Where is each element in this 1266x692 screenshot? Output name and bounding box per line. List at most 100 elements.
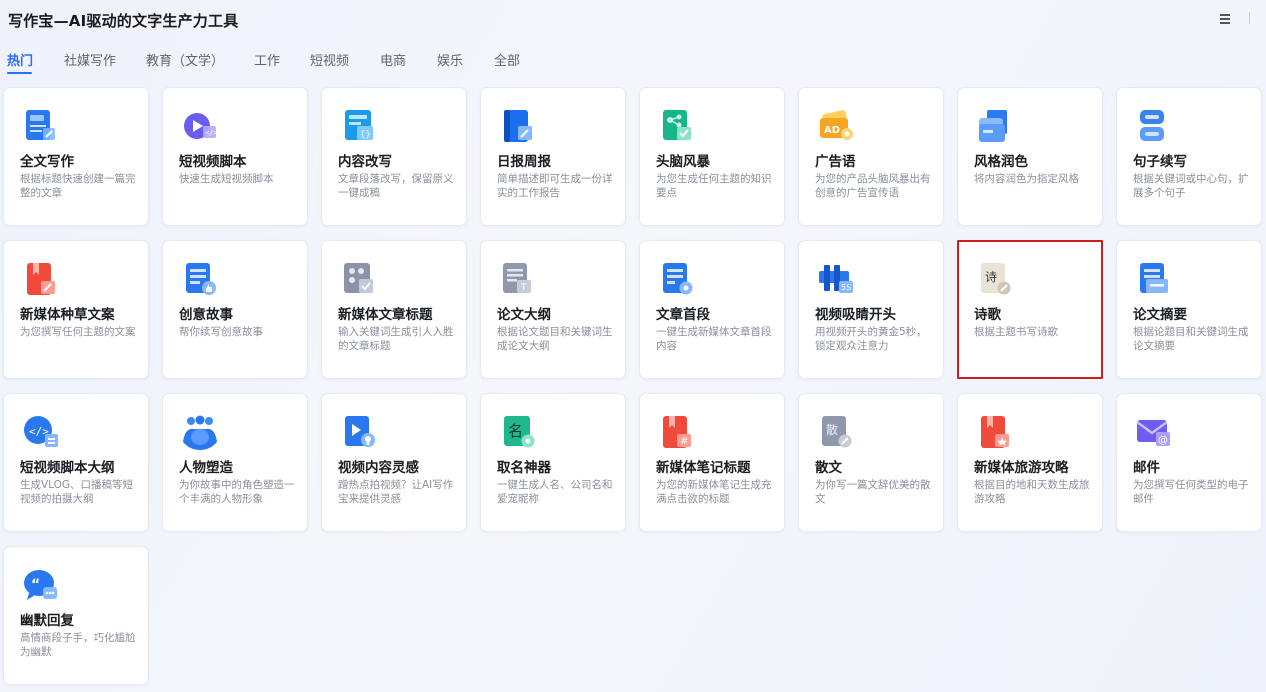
- card-title: 视频内容灵感: [338, 460, 419, 476]
- svg-text:{}: {}: [360, 130, 371, 140]
- card-title: 人物塑造: [179, 460, 233, 476]
- tab-short-video[interactable]: 短视频: [310, 50, 349, 69]
- poem-glyph: 诗: [985, 270, 997, 284]
- card-title: 全文写作: [20, 154, 74, 170]
- card-video-script-outline[interactable]: </> 短视频脚本大纲 生成VLOG、口播稿等短视频的拍摄大纲: [3, 393, 149, 532]
- tab-work[interactable]: 工作: [254, 50, 280, 69]
- prose-glyph: 散: [826, 422, 838, 437]
- paper-summary-icon: [1134, 259, 1174, 299]
- card-style-polish[interactable]: 风格润色 将内容润色为指定风格: [957, 87, 1103, 226]
- tab-ecommerce[interactable]: 电商: [380, 50, 406, 69]
- card-title: 新媒体笔记标题: [656, 460, 751, 476]
- travel-book-icon: [975, 412, 1015, 452]
- card-title: 风格润色: [974, 154, 1028, 170]
- card-naming-tool[interactable]: 名 取名神器 一键生成人名、公司名和爱宠昵称: [480, 393, 626, 532]
- category-tabs: 热门 社媒写作 教育（文学） 工作 短视频 电商 娱乐 全部: [0, 48, 700, 76]
- card-description: 根据标题快速创建一篇完整的文章: [20, 173, 136, 199]
- card-creative-story[interactable]: 创意故事 帮你续写创意故事: [162, 240, 308, 379]
- card-video-inspiration[interactable]: 视频内容灵感 蹭热点拍视频？让AI写作宝来提供灵感: [321, 393, 467, 532]
- active-tab-indicator: [7, 72, 32, 74]
- video-5s-icon: 5S: [816, 259, 856, 299]
- card-seeding-copy[interactable]: 新媒体种草文案 为您撰写任何主题的文案: [3, 240, 149, 379]
- tab-all[interactable]: 全部: [494, 50, 520, 69]
- mindmap-check-icon: [657, 106, 697, 146]
- card-title: 创意故事: [179, 307, 233, 323]
- card-poetry[interactable]: 诗 诗歌 根据主题书写诗歌: [957, 240, 1103, 379]
- card-article-opening[interactable]: 文章首段 一键生成新媒体文章首段内容: [639, 240, 785, 379]
- tool-card-grid: 全文写作 根据标题快速创建一篇完整的文章 </> 短视频脚本 快速生成短视频脚本…: [3, 87, 1263, 687]
- card-description: 根据论题目和关键词生成论文摘要: [1133, 326, 1249, 352]
- card-description: 一键生成新媒体文章首段内容: [656, 326, 772, 352]
- card-description: 为您撰写任何主题的文案: [20, 326, 136, 338]
- svg-text:T: T: [520, 283, 527, 293]
- card-description: 一键生成人名、公司名和爱宠昵称: [497, 479, 613, 505]
- card-character-building[interactable]: 人物塑造 为你故事中的角色塑造一个丰满的人物形象: [162, 393, 308, 532]
- card-title: 新媒体种草文案: [20, 307, 115, 323]
- tab-hot[interactable]: 热门: [7, 50, 33, 69]
- card-title: 内容改写: [338, 154, 392, 170]
- card-content-rewrite[interactable]: {} 内容改写 文章段落改写，保留原义一键成稿: [321, 87, 467, 226]
- svg-text:AD: AD: [824, 125, 840, 136]
- card-full-writing[interactable]: 全文写作 根据标题快速创建一篇完整的文章: [3, 87, 149, 226]
- card-description: 高情商段子手，巧化尴尬为幽默: [20, 632, 136, 658]
- card-title: 新媒体旅游攻略: [974, 460, 1069, 476]
- card-description: 根据关键词或中心句，扩展多个句子: [1133, 173, 1249, 199]
- name-stamp-icon: 名: [498, 412, 538, 452]
- svg-text:“: “: [31, 577, 40, 593]
- card-title: 散文: [815, 460, 842, 476]
- card-description: 根据主题书写诗歌: [974, 326, 1058, 338]
- card-description: 将内容润色为指定风格: [974, 173, 1079, 185]
- card-email[interactable]: @ 邮件 为您撰写任何类型的电子邮件: [1116, 393, 1262, 532]
- card-note-title[interactable]: # 新媒体笔记标题 为您的新媒体笔记生成充满点击欲的标题: [639, 393, 785, 532]
- card-title: 邮件: [1133, 460, 1160, 476]
- card-brainstorm[interactable]: 头脑风暴 为您生成任何主题的知识要点: [639, 87, 785, 226]
- card-description: 文章段落改写，保留原义一键成稿: [338, 173, 454, 199]
- card-title: 论文摘要: [1133, 307, 1187, 323]
- card-title: 文章首段: [656, 307, 710, 323]
- card-daily-report[interactable]: 日报周报 简单描述即可生成一份详实的工作报告: [480, 87, 626, 226]
- card-thesis-outline[interactable]: T 论文大纲 根据论文题目和关键词生成论文大纲: [480, 240, 626, 379]
- card-ad-slogan[interactable]: AD 广告语 为您的产品头脑风暴出有创意的广告宣传语: [798, 87, 944, 226]
- card-description: 简单描述即可生成一份详实的工作报告: [497, 173, 613, 199]
- grid-check-icon: [339, 259, 379, 299]
- tab-entertainment[interactable]: 娱乐: [437, 50, 463, 69]
- card-description: 为您的新媒体笔记生成充满点击欲的标题: [656, 479, 772, 505]
- card-description: 根据目的地和天数生成旅游攻略: [974, 479, 1090, 505]
- card-description: 根据论文题目和关键词生成论文大纲: [497, 326, 613, 352]
- app-header: 写作宝—AI驱动的文字生产力工具: [0, 0, 1266, 40]
- card-title: 视频吸睛开头: [815, 307, 896, 323]
- card-description: 为你故事中的角色塑造一个丰满的人物形象: [179, 479, 295, 505]
- code-document-icon: {}: [339, 106, 379, 146]
- card-description: 用视频开头的黄金5秒，锁定观众注意力: [815, 326, 927, 352]
- svg-text:#: #: [680, 436, 688, 447]
- card-humor-reply[interactable]: “ 幽默回复 高情商段子手，巧化尴尬为幽默: [3, 546, 149, 685]
- card-media-article-title[interactable]: 新媒体文章标题 输入关键词生成引人入胜的文章标题: [321, 240, 467, 379]
- card-sentence-continue[interactable]: 句子续写 根据关键词或中心句，扩展多个句子: [1116, 87, 1262, 226]
- people-group-icon: [180, 412, 220, 452]
- tab-education[interactable]: 教育（文学）: [146, 50, 224, 69]
- card-title: 日报周报: [497, 154, 551, 170]
- card-short-video-script[interactable]: </> 短视频脚本 快速生成短视频脚本: [162, 87, 308, 226]
- card-description: 为您的产品头脑风暴出有创意的广告宣传语: [815, 173, 931, 199]
- document-edit-icon: [21, 106, 61, 146]
- red-note-hash-icon: #: [657, 412, 697, 452]
- tab-social-writing[interactable]: 社媒写作: [64, 50, 116, 69]
- hamburger-menu-icon[interactable]: [1218, 11, 1232, 25]
- card-travel-guide[interactable]: 新媒体旅游攻略 根据目的地和天数生成旅游攻略: [957, 393, 1103, 532]
- card-description: 为您撰写任何类型的电子邮件: [1133, 479, 1249, 505]
- quote-bubble-icon: “: [21, 565, 61, 605]
- video-play-icon: </>: [180, 106, 220, 146]
- card-description: 为您生成任何主题的知识要点: [656, 173, 772, 199]
- text-lines-icon: [1134, 106, 1174, 146]
- header-divider: [1249, 12, 1250, 24]
- card-paper-abstract[interactable]: 论文摘要 根据论题目和关键词生成论文摘要: [1116, 240, 1262, 379]
- card-prose[interactable]: 散 散文 为你写一篇文辞优美的散文: [798, 393, 944, 532]
- document-gear-icon: [657, 259, 697, 299]
- code-bubble-icon: </>: [21, 412, 61, 452]
- card-description: 为你写一篇文辞优美的散文: [815, 479, 931, 505]
- red-book-icon: [21, 259, 61, 299]
- svg-text:@: @: [1158, 435, 1168, 446]
- card-video-hook[interactable]: 5S 视频吸睛开头 用视频开头的黄金5秒，锁定观众注意力: [798, 240, 944, 379]
- card-title: 诗歌: [974, 307, 1001, 323]
- card-title: 广告语: [815, 154, 856, 170]
